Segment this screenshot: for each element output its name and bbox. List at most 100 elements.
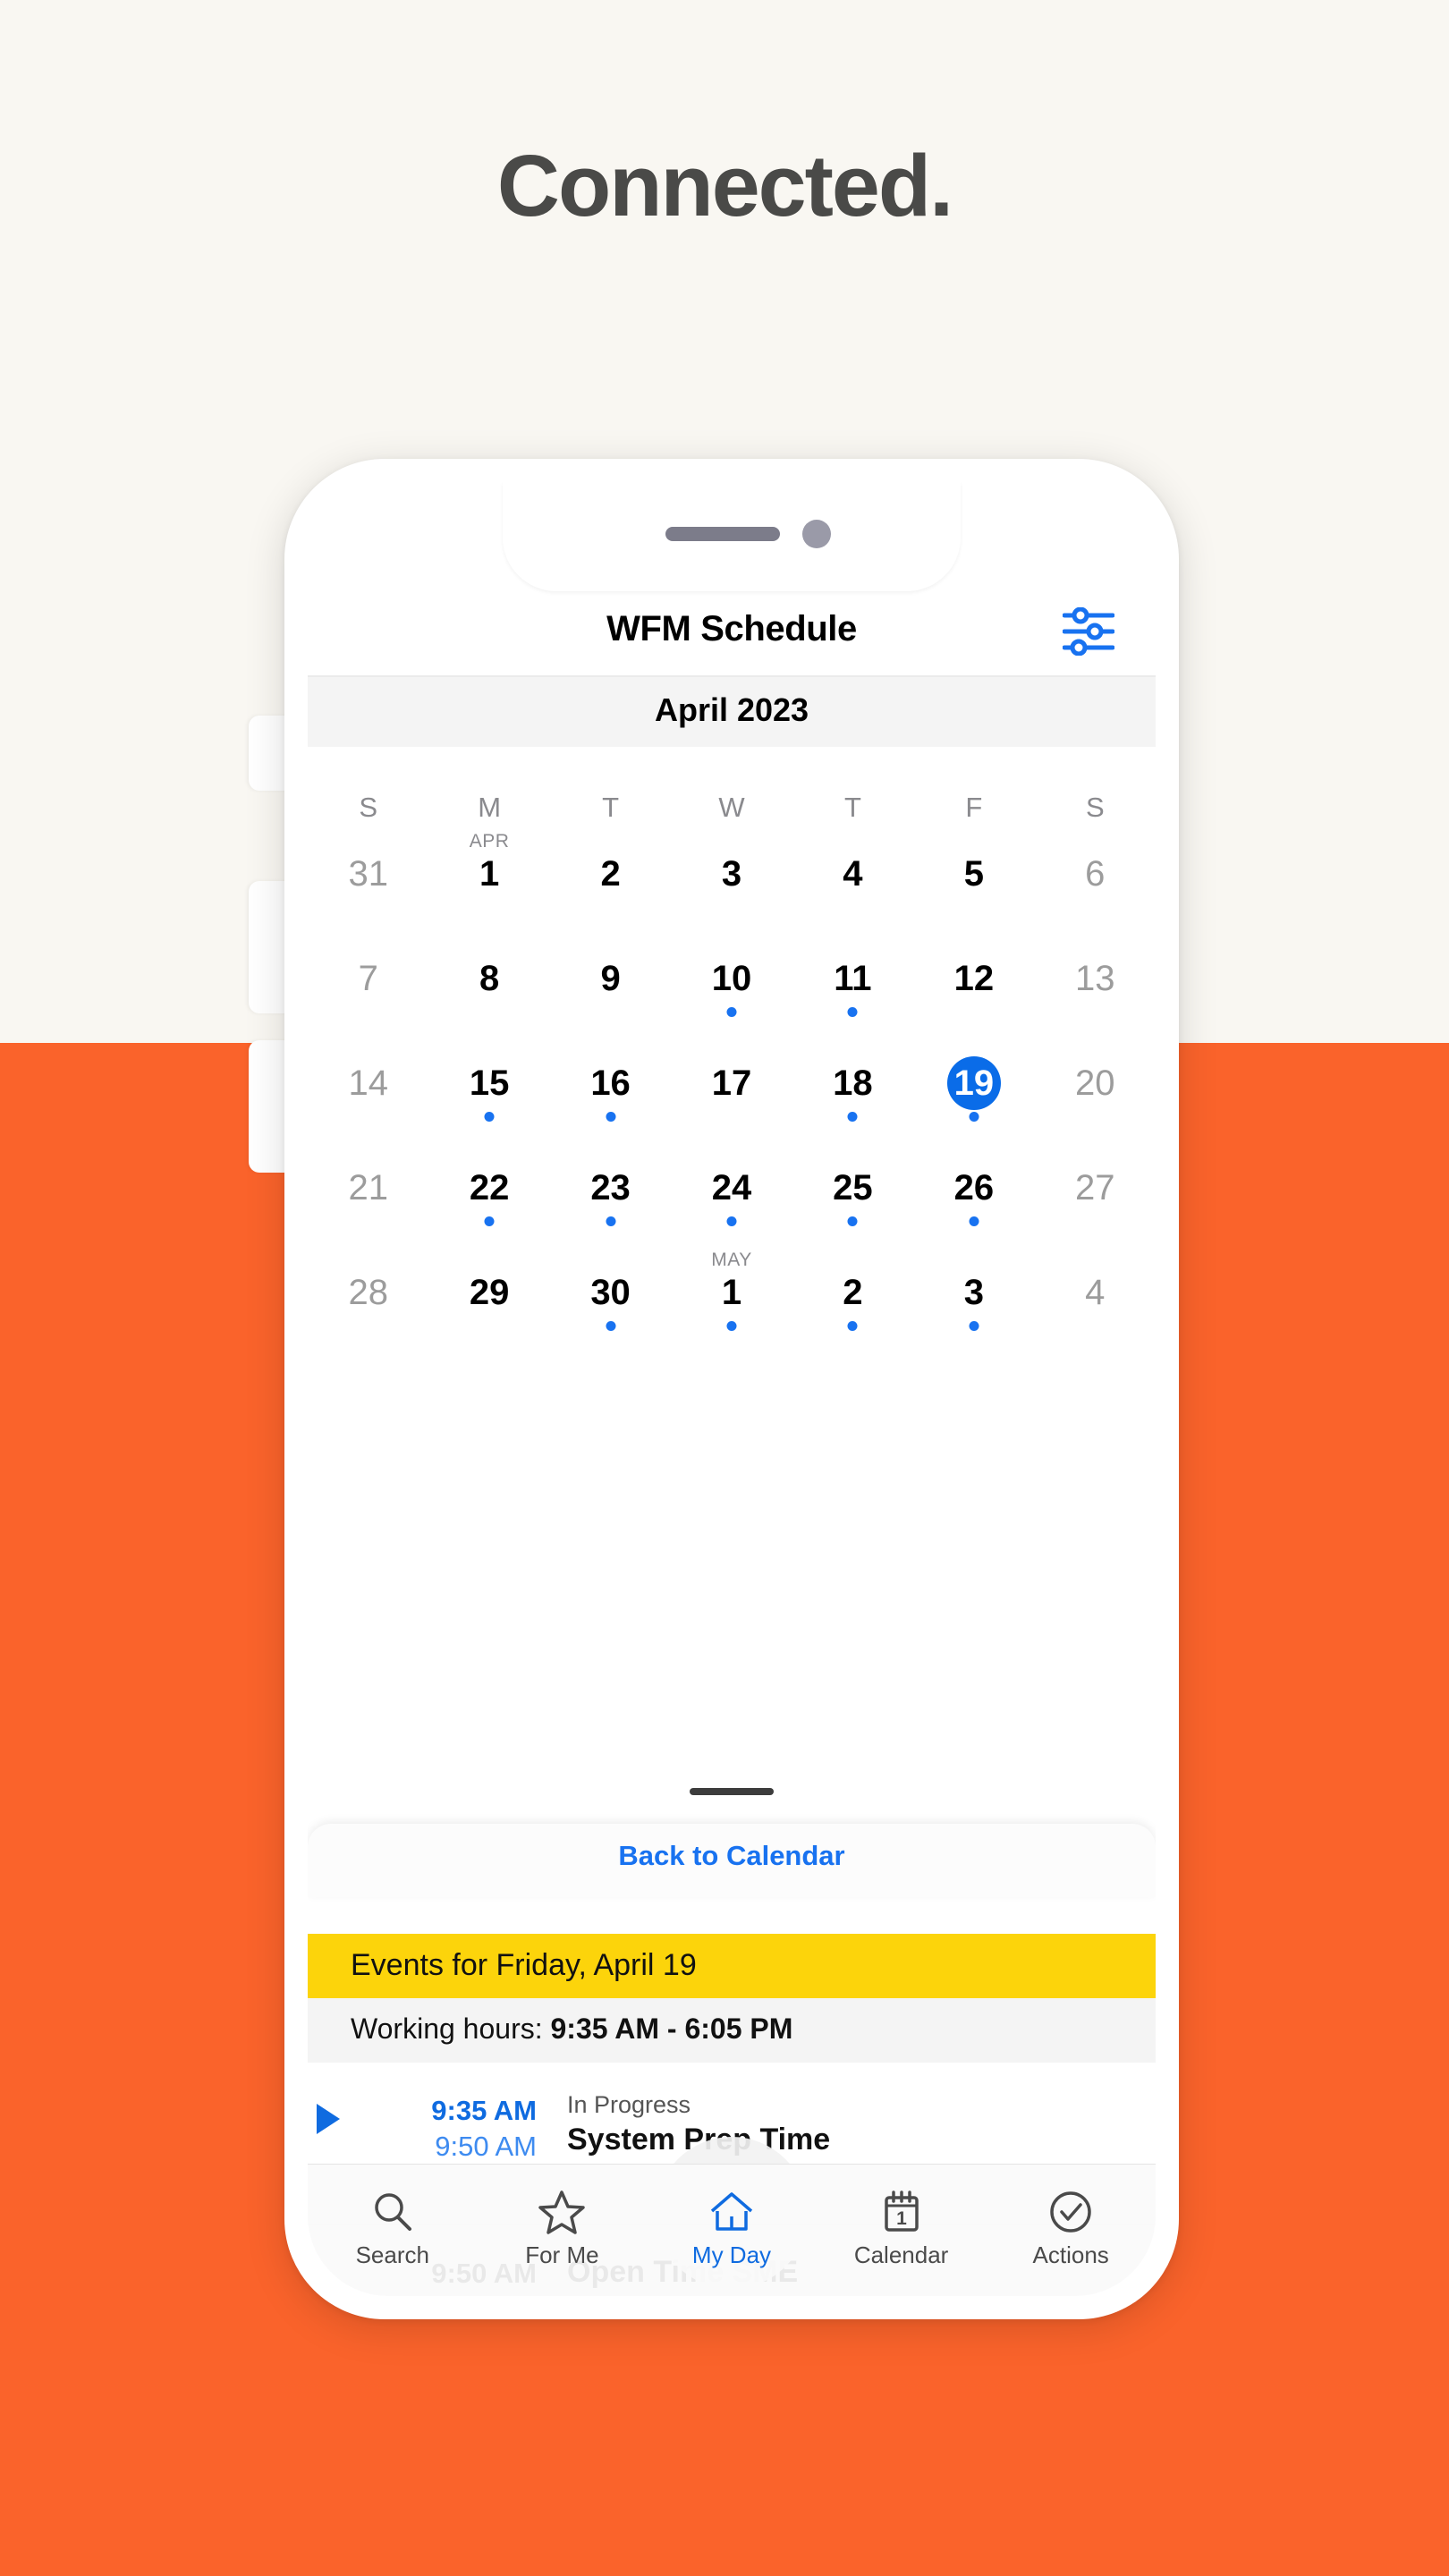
day-number: 1 <box>721 1273 742 1312</box>
back-to-calendar-link[interactable]: Back to Calendar <box>308 1840 1156 1872</box>
day-number: 7 <box>358 959 378 998</box>
calendar-day-cell[interactable]: 6 <box>1035 833 1156 928</box>
calendar-day-cell[interactable]: 28 <box>308 1251 428 1347</box>
calendar-day-cell[interactable]: 27 <box>1035 1147 1156 1242</box>
calendar-day-cell[interactable]: 3 <box>913 1251 1034 1347</box>
check-circle-icon <box>986 2190 1156 2234</box>
calendar-day-cell[interactable]: 12 <box>913 937 1034 1033</box>
tab-my-day[interactable]: My Day <box>647 2165 817 2296</box>
calendar-day-cell[interactable]: 11 <box>792 937 913 1033</box>
event-dot <box>726 1321 737 1331</box>
tab-search[interactable]: Search <box>308 2165 478 2296</box>
tab-actions[interactable]: Actions <box>986 2165 1156 2296</box>
search-icon <box>308 2190 478 2234</box>
sliders-icon[interactable] <box>1062 606 1115 657</box>
calendar-day-cell[interactable]: 14 <box>308 1042 428 1138</box>
calendar-day-cell[interactable]: 23 <box>550 1147 671 1242</box>
event-start-time: 9:35 AM <box>431 2095 537 2126</box>
calendar-day-cell[interactable]: 8 <box>428 937 549 1033</box>
event-end-time: 9:50 AM <box>435 2131 537 2162</box>
phone-volume-up-button[interactable] <box>249 881 288 1013</box>
app-navbar: WFM Schedule <box>308 588 1156 677</box>
calendar-day-cell[interactable]: 3 <box>671 833 792 928</box>
day-number: 4 <box>843 854 863 894</box>
bottom-tab-bar[interactable]: Search For Me My Day 1 Calendar Actions <box>308 2164 1156 2296</box>
calendar-day-cell[interactable]: 18 <box>792 1042 913 1138</box>
calendar-day-cell[interactable]: 9 <box>550 937 671 1033</box>
day-number: 22 <box>469 1168 510 1208</box>
calendar-day-cell[interactable]: 29 <box>428 1251 549 1347</box>
dow-header: M <box>478 792 502 823</box>
calendar-day-cell[interactable]: 19 <box>913 1042 1034 1138</box>
calendar-day-cell[interactable]: 2 <box>550 833 671 928</box>
day-number: 21 <box>348 1168 388 1208</box>
calendar-day-cell[interactable]: 4 <box>1035 1251 1156 1347</box>
calendar-day-cell[interactable]: 15 <box>428 1042 549 1138</box>
back-to-calendar-sheet[interactable]: Back to Calendar <box>308 1824 1156 1897</box>
day-number: 25 <box>833 1168 873 1208</box>
calendar-day-cell[interactable]: 22 <box>428 1147 549 1242</box>
day-number: 9 <box>600 959 621 998</box>
tab-label: Calendar <box>853 2241 949 2268</box>
event-dot <box>606 1216 616 1226</box>
day-number: 4 <box>1085 1273 1106 1312</box>
calendar-week-row: 31 APR 1 2 3 4 5 6 <box>308 831 1156 928</box>
promo-screenshot: Connected. WFM Schedule April 2023 S M T… <box>0 0 1449 2576</box>
calendar-day-cell[interactable]: 7 <box>308 937 428 1033</box>
event-dot <box>847 1112 858 1122</box>
calendar-day-cell[interactable]: APR 1 <box>428 831 549 928</box>
calendar-day-cell[interactable]: 5 <box>913 833 1034 928</box>
calendar-day-cell[interactable]: 20 <box>1035 1042 1156 1138</box>
phone-display: WFM Schedule April 2023 S M T W T F S 31… <box>308 482 1156 2296</box>
tab-label: Search <box>355 2241 429 2268</box>
calendar-week-row: 21 22 23 24 25 26 27 <box>308 1147 1156 1242</box>
home-icon <box>647 2190 817 2234</box>
tab-label: Actions <box>1032 2241 1109 2268</box>
day-number: 3 <box>963 1273 984 1312</box>
event-dot <box>969 1216 979 1226</box>
page-title: WFM Schedule <box>606 609 857 648</box>
calendar-week-row: 28 29 30 MAY 1 2 3 4 <box>308 1250 1156 1347</box>
calendar-day-cell[interactable]: 26 <box>913 1147 1034 1242</box>
day-number: 24 <box>711 1168 752 1208</box>
calendar-day-cell[interactable]: 25 <box>792 1147 913 1242</box>
calendar-day-cell[interactable]: 10 <box>671 937 792 1033</box>
day-number: 16 <box>590 1063 631 1103</box>
day-number: 23 <box>590 1168 631 1208</box>
day-number: 26 <box>953 1168 995 1208</box>
calendar-day-cell[interactable]: 30 <box>550 1251 671 1347</box>
event-dot <box>847 1007 858 1017</box>
front-camera <box>802 520 831 548</box>
calendar-day-cell[interactable]: 4 <box>792 833 913 928</box>
working-hours-text: Working hours: 9:35 AM - 6:05 PM <box>351 2012 792 2046</box>
phone-volume-down-button[interactable] <box>249 1040 288 1173</box>
calendar-day-cell[interactable]: 13 <box>1035 937 1156 1033</box>
calendar-day-cell[interactable]: 16 <box>550 1042 671 1138</box>
in-progress-marker-icon <box>317 2104 340 2134</box>
phone-mockup-frame: WFM Schedule April 2023 S M T W T F S 31… <box>284 459 1179 2319</box>
event-dot <box>606 1321 616 1331</box>
calendar-day-cell[interactable]: 24 <box>671 1147 792 1242</box>
calendar-grid[interactable]: S M T W T F S 31 APR 1 2 3 4 5 6 7 8 9 10 11 12 13 14 15… <box>308 747 1156 1670</box>
day-number: 11 <box>834 959 872 998</box>
calendar-day-cell[interactable]: 17 <box>671 1042 792 1138</box>
calendar-week-row: 14 15 16 17 18 19 20 <box>308 1042 1156 1138</box>
day-number: 14 <box>348 1063 388 1103</box>
event-dot <box>726 1007 737 1017</box>
phone-silent-switch[interactable] <box>249 716 288 791</box>
dow-header: F <box>965 792 983 823</box>
events-banner-label: Events for Friday, April 19 <box>351 1948 697 1982</box>
tab-calendar[interactable]: 1 Calendar <box>817 2165 987 2296</box>
star-icon <box>478 2190 648 2234</box>
sheet-drag-handle[interactable] <box>690 1788 774 1795</box>
day-number: 1 <box>479 854 500 894</box>
working-hours-value: 9:35 AM - 6:05 PM <box>550 2012 793 2045</box>
calendar-day-cell[interactable]: 21 <box>308 1147 428 1242</box>
tab-for-me[interactable]: For Me <box>478 2165 648 2296</box>
calendar-day-cell[interactable]: MAY 1 <box>671 1250 792 1347</box>
calendar-day-cell[interactable]: 2 <box>792 1251 913 1347</box>
dow-header: W <box>718 792 745 823</box>
event-status: In Progress <box>567 2091 691 2118</box>
calendar-day-cell[interactable]: 31 <box>308 833 428 928</box>
calendar-icon: 1 <box>817 2190 987 2234</box>
